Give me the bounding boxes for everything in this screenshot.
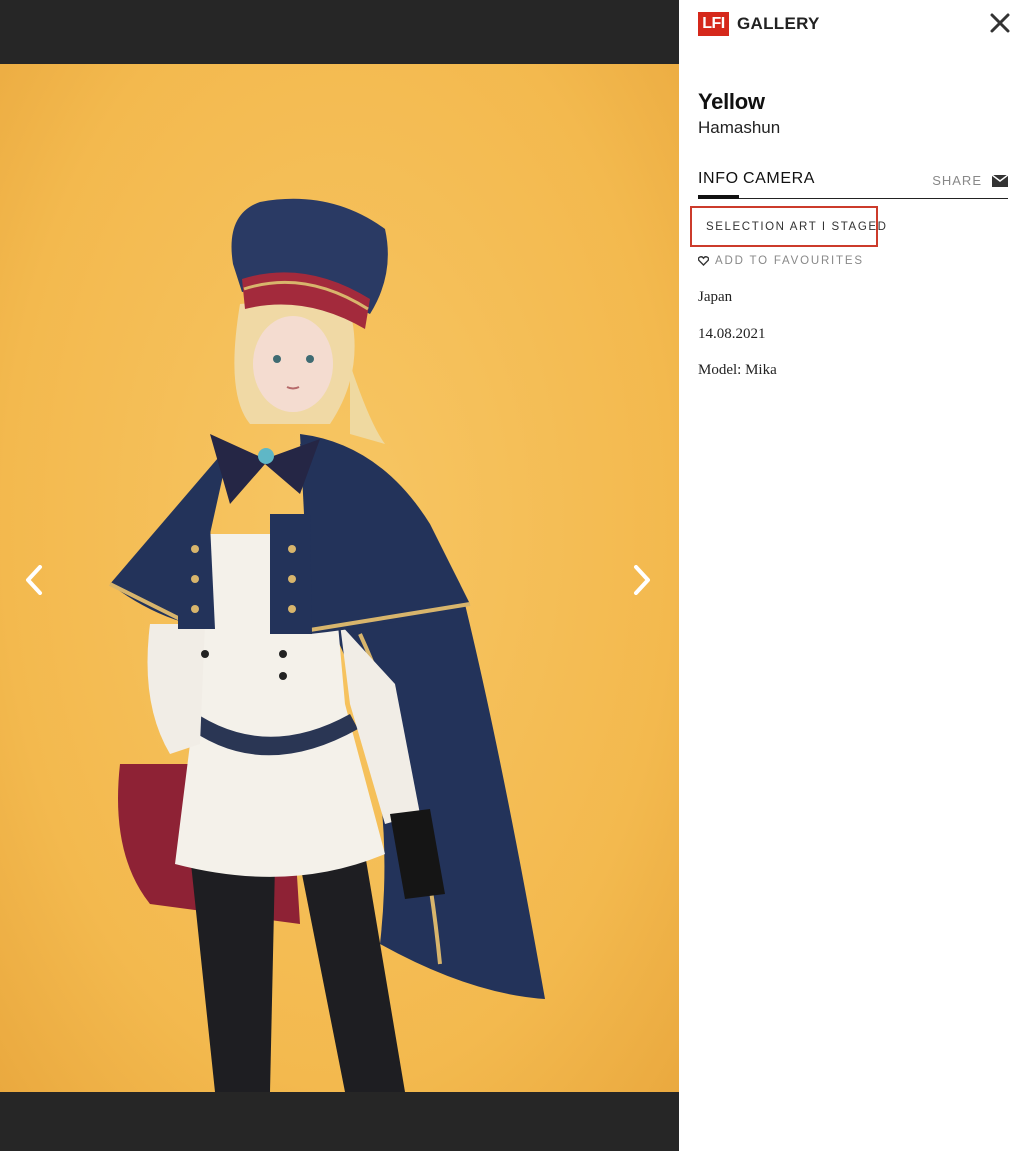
close-icon [990, 13, 1010, 33]
tab-camera[interactable]: CAMERA [743, 170, 815, 188]
gallery-header[interactable]: LFI GALLERY [698, 12, 820, 36]
tag-label: SELECTION ART I STAGED [706, 220, 888, 233]
close-button[interactable] [988, 11, 1012, 35]
add-to-favourites-button[interactable]: ADD TO FAVOURITES [698, 255, 864, 267]
previous-photo-button[interactable] [16, 560, 52, 600]
selection-tag[interactable]: SELECTION ART I STAGED [690, 206, 886, 247]
favourites-label: ADD TO FAVOURITES [715, 255, 864, 267]
chevron-left-icon [26, 565, 42, 595]
gallery-label: GALLERY [737, 14, 820, 33]
photo-title: Yellow [698, 89, 765, 114]
lfi-logo: LFI [698, 12, 729, 36]
share-button[interactable]: SHARE [932, 173, 1008, 188]
share-label: SHARE [932, 173, 982, 188]
photo-author[interactable]: Hamashun [698, 118, 780, 138]
photo-model: Model: Mika [698, 362, 777, 378]
photo-viewer [0, 0, 679, 1151]
photo-illustration [109, 198, 545, 1092]
next-photo-button[interactable] [624, 560, 660, 600]
envelope-icon [992, 174, 1008, 187]
tab-bar: INFO CAMERA SHARE [698, 170, 1008, 199]
gallery-photo [0, 64, 679, 1092]
photo-date: 14.08.2021 [698, 326, 766, 342]
photo-location: Japan [698, 289, 733, 305]
heart-icon [698, 256, 709, 266]
chevron-right-icon [634, 565, 650, 595]
info-panel: LFI GALLERY Yellow Hamashun INFO CAMERA … [679, 0, 1024, 1151]
tab-info[interactable]: INFO [698, 170, 739, 199]
